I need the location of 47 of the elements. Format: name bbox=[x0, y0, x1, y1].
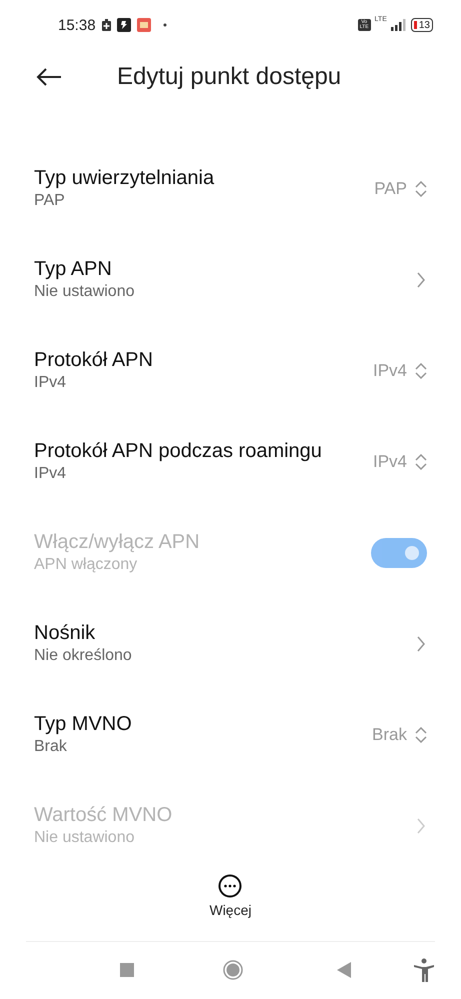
up-down-icon bbox=[415, 726, 427, 742]
setting-title: Typ MVNO bbox=[34, 713, 133, 736]
selected-option: IPv4 bbox=[372, 360, 407, 380]
setting-row[interactable]: Typ uwierzytelniania PAP PAP bbox=[0, 143, 461, 234]
setting-row[interactable]: Typ APN Nie ustawiono bbox=[0, 234, 461, 325]
selected-option: IPv4 bbox=[372, 452, 407, 472]
signal-icon bbox=[390, 19, 407, 31]
more-icon bbox=[218, 874, 242, 898]
clock: 15:38 bbox=[58, 16, 96, 34]
setting-value: Nie ustawiono bbox=[34, 283, 136, 301]
setting-row[interactable]: Protokół APN IPv4 IPv4 bbox=[0, 325, 461, 416]
setting-title: Wartość MVNO bbox=[34, 804, 174, 827]
setting-value: IPv4 bbox=[34, 374, 68, 392]
setting-value: IPv4 bbox=[34, 465, 68, 483]
setting-row[interactable]: Nośnik Nie określono bbox=[0, 598, 461, 689]
setting-title: Typ uwierzytelniania bbox=[34, 167, 216, 190]
back-icon[interactable] bbox=[36, 68, 62, 86]
setting-title: Typ APN bbox=[34, 258, 113, 281]
home-icon[interactable] bbox=[223, 960, 243, 980]
more-notifications-icon bbox=[162, 23, 167, 27]
chevron-right-icon bbox=[417, 272, 425, 288]
app-notification-icon bbox=[136, 18, 151, 32]
setting-value: Brak bbox=[34, 738, 68, 756]
up-down-icon bbox=[415, 180, 427, 196]
setting-value: Nie określono bbox=[34, 647, 133, 665]
more-button[interactable]: Więcej bbox=[209, 871, 252, 918]
setting-row[interactable]: Typ MVNO Brak Brak bbox=[0, 689, 461, 780]
setting-value: PAP bbox=[34, 192, 66, 210]
setting-title: Włącz/wyłącz APN bbox=[34, 531, 201, 554]
chevron-right-icon bbox=[417, 818, 425, 834]
setting-title: Protokół APN bbox=[34, 349, 154, 372]
selected-option: Brak bbox=[372, 724, 407, 744]
selected-option: PAP bbox=[374, 178, 407, 198]
battery-saver-icon bbox=[102, 19, 111, 31]
back-nav-icon[interactable] bbox=[337, 962, 351, 978]
setting-value: Nie ustawiono bbox=[34, 829, 136, 847]
setting-title: Protokół APN podczas roamingu bbox=[34, 440, 323, 463]
accessibility-icon[interactable] bbox=[413, 958, 435, 982]
chevron-right-icon bbox=[417, 636, 425, 652]
up-down-icon bbox=[415, 362, 427, 378]
setting-row[interactable]: Protokół APN podczas roamingu IPv4 IPv4 bbox=[0, 416, 461, 507]
setting-value: APN włączony bbox=[34, 556, 138, 574]
battery-indicator: 13 bbox=[410, 18, 433, 32]
up-down-icon bbox=[415, 454, 427, 470]
page-title: Edytuj punkt dostępu bbox=[117, 63, 342, 91]
setting-title: Nośnik bbox=[34, 622, 96, 645]
app-notification-icon bbox=[116, 18, 131, 32]
